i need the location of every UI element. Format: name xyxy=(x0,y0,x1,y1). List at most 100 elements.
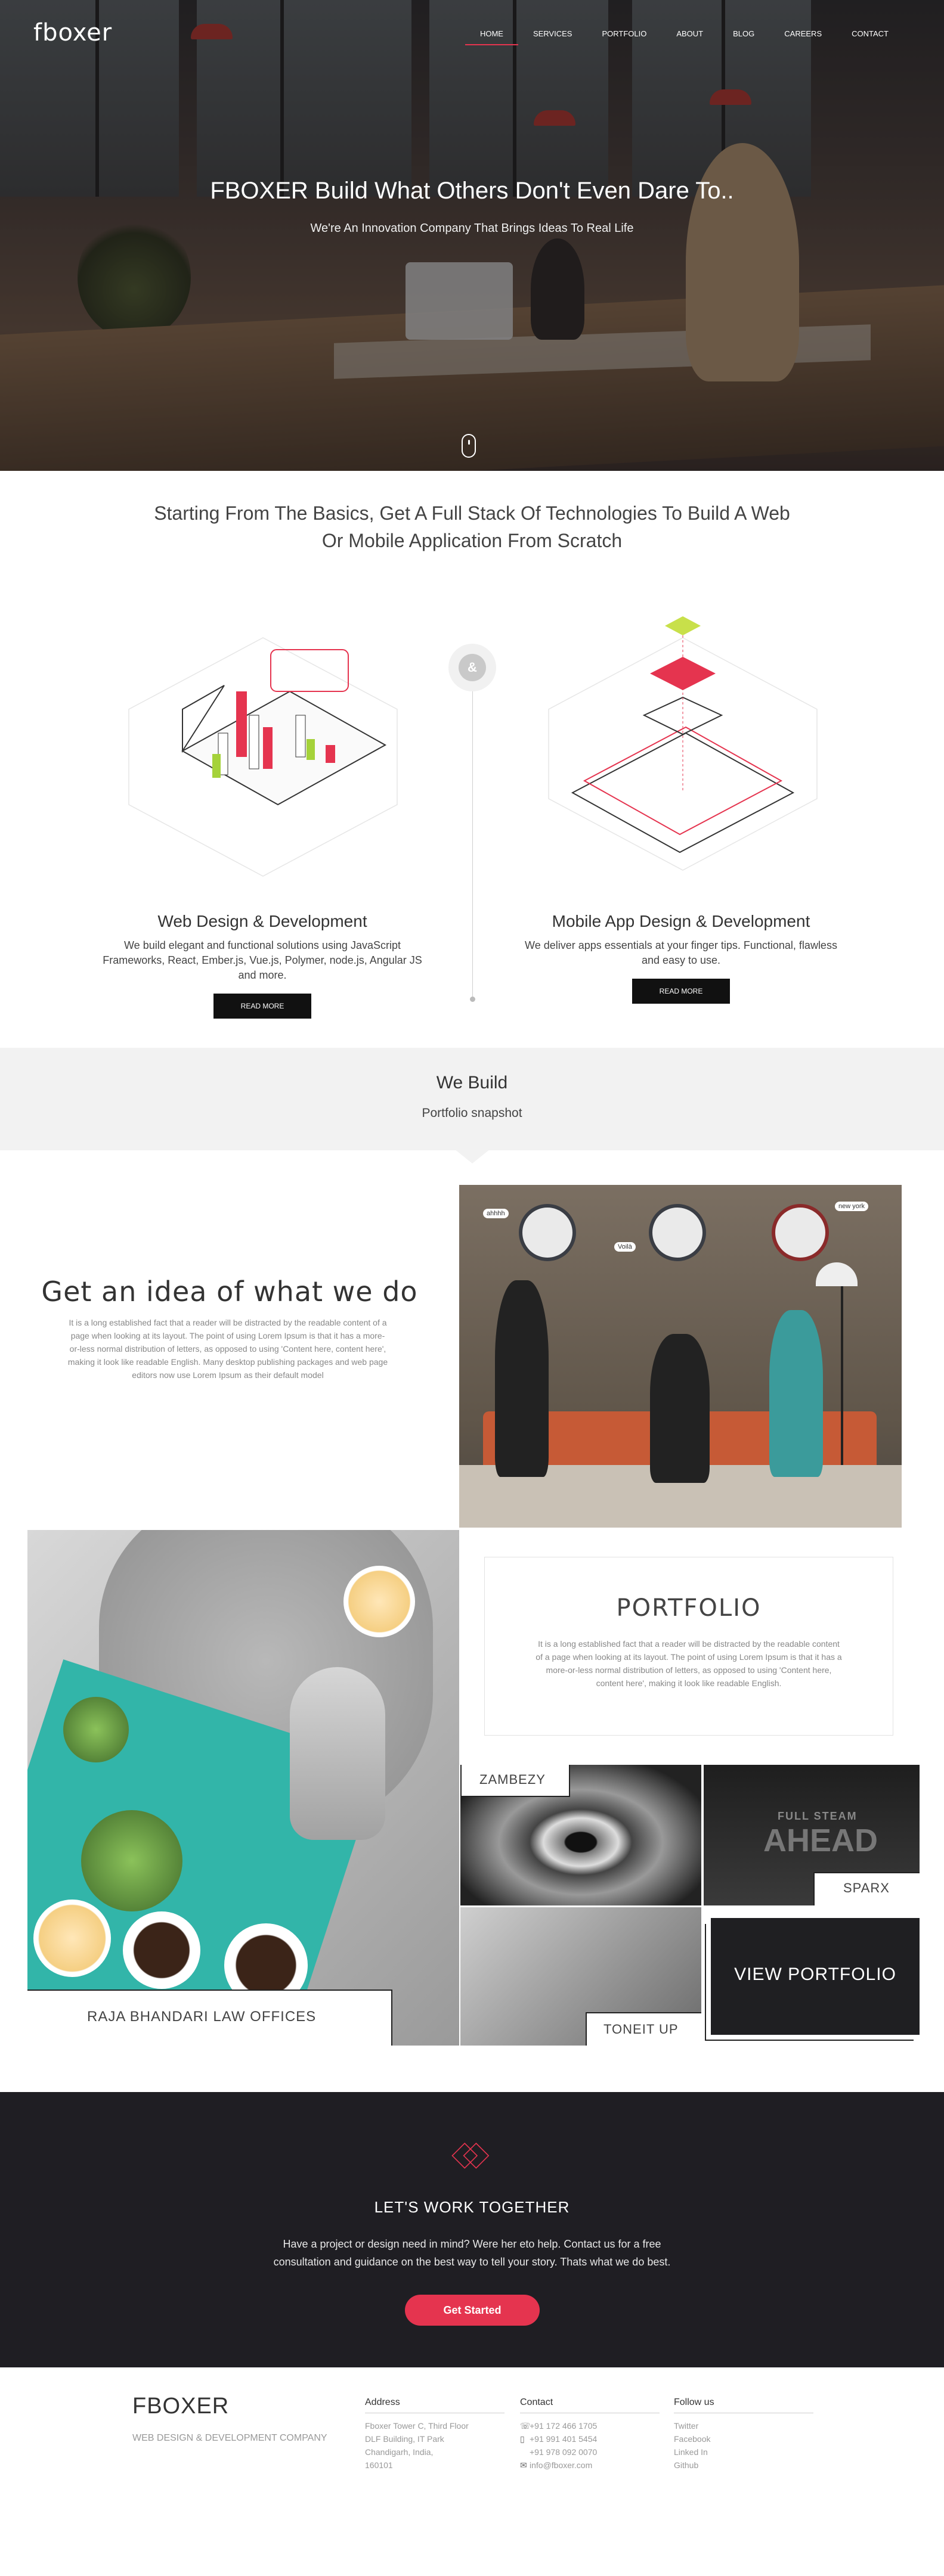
cta-title: LET'S WORK TOGETHER xyxy=(374,2198,570,2216)
address-line: 160101 xyxy=(365,2460,393,2470)
speech-bubble: Voilà xyxy=(614,1242,636,1252)
service-web: Web Design & Development We build elegan… xyxy=(83,912,441,1019)
phone-row: ▯ +91 991 401 5454 xyxy=(520,2432,660,2445)
ampersand-badge: & xyxy=(448,644,496,691)
bar-red xyxy=(236,691,247,757)
read-more-button[interactable]: READ MORE xyxy=(632,979,730,1004)
cta-text: Have a project or design need in mind? W… xyxy=(239,2235,705,2271)
person xyxy=(650,1334,710,1483)
scroll-down-icon[interactable] xyxy=(462,434,476,458)
footer: FBOXER WEB DESIGN & DEVELOPMENT COMPANY … xyxy=(0,2367,944,2576)
buddha-photo xyxy=(27,1530,459,2046)
nav-services[interactable]: SERVICES xyxy=(518,30,587,45)
succulent xyxy=(81,1810,182,1911)
idea-body: It is a long established fact that a rea… xyxy=(67,1318,388,1380)
address-line: DLF Building, IT Park xyxy=(365,2434,444,2444)
bar-red xyxy=(263,727,273,769)
intro-title-line: Starting From The Basics, Get A Full Sta… xyxy=(154,502,790,524)
team-photo: ahhhh Voilà new york xyxy=(459,1185,902,1528)
mobile-icon: ▯ xyxy=(520,2434,525,2444)
ahead-small-text: FULL STEAM xyxy=(778,1810,858,1822)
clock-icon xyxy=(772,1204,829,1261)
service-desc-line: We build elegant and functional solution… xyxy=(124,939,401,951)
view-portfolio-button[interactable]: VIEW PORTFOLIO xyxy=(711,1918,920,2035)
portfolio-body: It is a long established fact that a rea… xyxy=(536,1639,842,1688)
social-link-github[interactable]: Github xyxy=(674,2459,813,2472)
email-icon: ✉ xyxy=(520,2460,527,2470)
nav-portfolio[interactable]: PORTFOLIO xyxy=(587,30,661,45)
intro-title: Starting From The Basics, Get A Full Sta… xyxy=(0,499,944,554)
bar-red xyxy=(326,745,335,763)
diamond-left xyxy=(451,2142,478,2169)
address-line: Chandigarh, India, xyxy=(365,2447,434,2457)
phone-number[interactable]: +91 978 092 0070 xyxy=(530,2447,597,2457)
service-desc-line: We deliver apps essentials at your finge… xyxy=(525,939,837,951)
buddha-statue xyxy=(290,1667,385,1840)
phone-number[interactable]: +91 991 401 5454 xyxy=(530,2434,597,2444)
timeline-line xyxy=(472,666,473,999)
hero-section: fboxer HOME SERVICES PORTFOLIO ABOUT BLO… xyxy=(0,0,944,471)
coffee-cup xyxy=(123,1911,200,1989)
service-title: Web Design & Development xyxy=(157,912,367,930)
hero-subtitle: We're An Innovation Company That Brings … xyxy=(310,222,634,235)
phone-number[interactable]: +91 172 466 1705 xyxy=(530,2421,597,2431)
cta-line: consultation and guidance on the best wa… xyxy=(273,2256,671,2268)
phone-row: ☏+91 172 466 1705 xyxy=(520,2419,660,2432)
service-mobile: Mobile App Design & Development We deliv… xyxy=(502,912,860,1004)
section-arrow xyxy=(454,1149,490,1163)
nav-contact[interactable]: CONTACT xyxy=(837,30,903,45)
lamp-shade xyxy=(816,1262,858,1286)
social-link-facebook[interactable]: Facebook xyxy=(674,2432,813,2445)
diamond-right xyxy=(463,2142,490,2169)
raja-caption-box[interactable]: RAJA BHANDARI LAW OFFICES xyxy=(27,1990,392,2046)
diamond-logo-icon xyxy=(451,2142,490,2169)
logo[interactable]: fboxer xyxy=(33,19,112,46)
service-description: We build elegant and functional solution… xyxy=(83,938,441,983)
clock-icon xyxy=(649,1204,706,1261)
timeline-dot xyxy=(470,997,475,1002)
sparx-label: SPARX xyxy=(813,1872,920,1905)
main-nav: HOME SERVICES PORTFOLIO ABOUT BLOG CAREE… xyxy=(465,30,903,45)
nav-home[interactable]: HOME xyxy=(465,30,518,45)
ampersand-text: & xyxy=(459,654,486,681)
bar-white xyxy=(295,715,306,758)
social-link-linkedin[interactable]: Linked In xyxy=(674,2445,813,2459)
speech-bubble: new york xyxy=(835,1202,869,1211)
view-portfolio-label: VIEW PORTFOLIO xyxy=(734,1964,896,1984)
get-started-button[interactable]: Get Started xyxy=(405,2295,540,2326)
footer-tagline: WEB DESIGN & DEVELOPMENT COMPANY xyxy=(132,2433,327,2443)
zambezy-label: ZAMBEZY xyxy=(462,1765,570,1797)
footer-col-title: Address xyxy=(365,2397,505,2413)
cta-line: Have a project or design need in mind? W… xyxy=(283,2238,661,2250)
service-description: We deliver apps essentials at your finge… xyxy=(502,938,860,968)
email-link[interactable]: info@fboxer.com xyxy=(530,2460,592,2470)
person xyxy=(495,1280,549,1477)
service-desc-line: and more. xyxy=(238,969,287,981)
footer-col-title: Contact xyxy=(520,2397,660,2413)
bar-green xyxy=(212,754,221,778)
footer-contact: Contact ☏+91 172 466 1705 ▯ +91 991 401 5… xyxy=(520,2397,660,2472)
laptop-base xyxy=(181,690,387,806)
portfolio-intro: PORTFOLIO It is a long established fact … xyxy=(484,1557,893,1736)
succulent xyxy=(63,1697,129,1762)
social-link-twitter[interactable]: Twitter xyxy=(674,2419,813,2432)
clock-icon xyxy=(519,1204,576,1261)
candle xyxy=(343,1566,415,1637)
address-line: Fboxer Tower C, Third Floor xyxy=(365,2421,469,2431)
intro-title-line: Or Mobile Application From Scratch xyxy=(321,530,623,551)
idea-title: Get an idea of what we do xyxy=(41,1275,418,1308)
we-build-section: We Build Portfolio snapshot xyxy=(0,1048,944,1150)
portfolio-title: PORTFOLIO xyxy=(616,1594,762,1622)
nav-blog[interactable]: BLOG xyxy=(718,30,769,45)
nav-about[interactable]: ABOUT xyxy=(661,30,718,45)
panel-outline xyxy=(270,649,349,692)
read-more-button[interactable]: READ MORE xyxy=(213,994,311,1019)
mobile-app-illustration xyxy=(548,616,818,871)
raja-caption: RAJA BHANDARI LAW OFFICES xyxy=(87,2009,317,2025)
footer-col-title: Follow us xyxy=(674,2397,813,2413)
we-build-subtitle: Portfolio snapshot xyxy=(422,1106,522,1120)
nav-careers[interactable]: CAREERS xyxy=(769,30,837,45)
person xyxy=(769,1310,823,1477)
service-desc-line: Frameworks, React, Ember.js, Vue.js, Pol… xyxy=(103,954,422,966)
layer-green xyxy=(665,616,701,635)
